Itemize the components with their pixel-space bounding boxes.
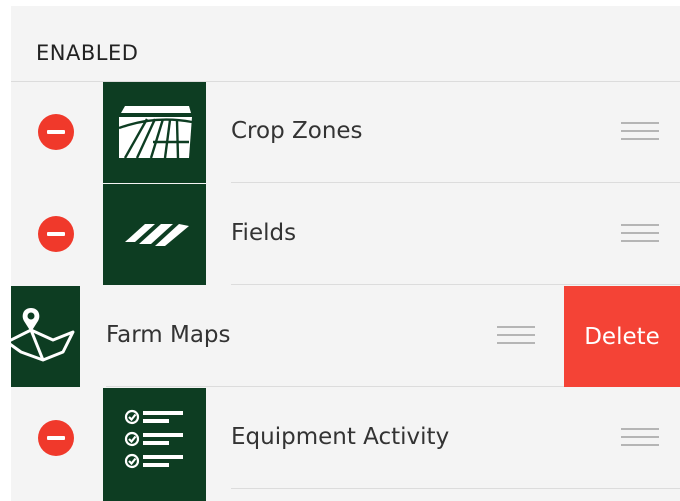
minus-icon: [47, 232, 65, 236]
farm-maps-icon: [11, 286, 80, 387]
equipment-activity-icon: [103, 388, 206, 489]
row-label: Farm Maps: [106, 322, 231, 348]
list-item-equipment-activity[interactable]: Equipment Activity: [11, 388, 680, 489]
row-label: Equipment Activity: [231, 424, 450, 450]
next-item-tile: [103, 487, 206, 501]
list-item-farm-maps[interactable]: Farm Maps Delete: [11, 286, 680, 387]
minus-icon: [47, 130, 65, 134]
reorder-handle-icon[interactable]: [621, 122, 659, 142]
remove-button[interactable]: [38, 114, 74, 150]
reorder-handle-icon[interactable]: [497, 326, 535, 346]
divider: [231, 284, 680, 285]
minus-icon: [47, 436, 65, 440]
reorder-handle-icon[interactable]: [621, 428, 659, 448]
list-item-fields[interactable]: Fields: [11, 184, 680, 285]
delete-button[interactable]: Delete: [564, 286, 680, 387]
section-header: ENABLED: [11, 6, 680, 82]
divider: [106, 386, 564, 387]
divider: [231, 182, 680, 183]
remove-button[interactable]: [38, 216, 74, 252]
settings-panel: ENABLED Crop Zones Fields Farm Maps Dele…: [11, 6, 680, 501]
remove-button[interactable]: [38, 420, 74, 456]
crop-zones-icon: [103, 82, 206, 183]
row-label: Crop Zones: [231, 118, 363, 144]
fields-icon: [103, 184, 206, 285]
divider: [231, 488, 680, 489]
reorder-handle-icon[interactable]: [621, 224, 659, 244]
list-item-crop-zones[interactable]: Crop Zones: [11, 82, 680, 183]
section-title: ENABLED: [36, 41, 139, 65]
row-label: Fields: [231, 220, 297, 246]
